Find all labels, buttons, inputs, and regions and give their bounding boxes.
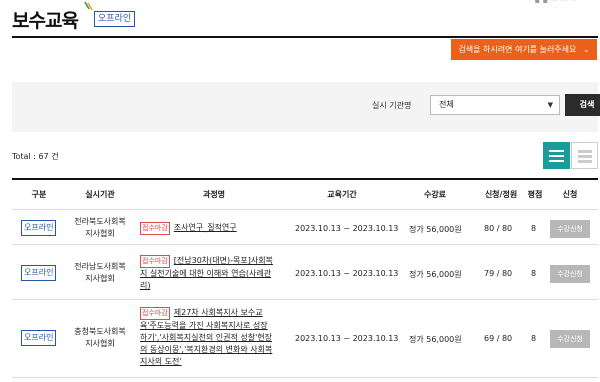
page-title: 보수교육 — [12, 10, 79, 32]
status-badge: 접수마감 — [140, 222, 170, 235]
col-header-type: 구분 — [31, 190, 47, 199]
row-fee: 정가 56,000원 — [409, 270, 462, 279]
course-title-line[interactable]: 하기','사회복지실천의 인권적 성찰'현장 — [140, 332, 286, 344]
search-filter-panel: 실시 기관명 전체 ▼ 검색 — [12, 82, 600, 132]
row-enrolled: 80 / 80 — [484, 224, 513, 233]
card-view-icon — [578, 155, 592, 158]
row-type-badge: 오프라인 — [21, 265, 57, 281]
row-org: 전라남도사회복 지사협회 — [70, 261, 130, 285]
row-period: 2023.10.13 ~ 2023.10.13 — [295, 224, 399, 233]
org-filter-select[interactable]: 전체 ▼ — [430, 95, 560, 115]
status-badge: 접수마감 — [140, 255, 170, 268]
list-view-icon — [549, 155, 564, 157]
row-course[interactable]: 접수마감 [전남30차(대면)-목포]사회복 지 실천기술에 대한 이해와 연습(… — [140, 255, 286, 292]
course-title-line[interactable]: 리) — [140, 280, 286, 292]
row-divider — [12, 299, 598, 300]
course-title-link[interactable]: [전남30차(대면)-목포]사회복 — [174, 256, 273, 265]
status-badge: 접수마감 — [140, 307, 170, 320]
col-header-enrolled: 신청/정원 — [484, 190, 518, 199]
table-top-border — [12, 178, 598, 180]
row-fee: 정가 56,000원 — [409, 225, 462, 234]
card-view-icon — [578, 150, 592, 153]
row-fee: 정가 56,000원 — [409, 335, 462, 344]
header-divider — [12, 36, 598, 38]
list-view-icon — [549, 160, 564, 162]
row-period: 2023.10.13 ~ 2023.10.13 — [295, 334, 399, 343]
col-header-org: 실시기관 — [85, 190, 115, 199]
total-count: Total : 67 건 — [12, 152, 59, 161]
offline-badge: 오프라인 — [94, 11, 136, 27]
row-rating: 8 — [531, 224, 537, 233]
row-org: 전라북도사회복 지사협회 — [70, 216, 130, 240]
course-title-line[interactable]: 육'주도능력을 가진 사회복지사로 성장 — [140, 320, 286, 332]
course-title-link[interactable]: 조사연구_질적연구 — [174, 223, 237, 232]
apply-button[interactable]: 수강신청 — [550, 220, 590, 238]
card-view-button[interactable] — [571, 142, 598, 169]
row-course[interactable]: 접수마감 제27차 사회복지사 보수교 육'주도능력을 가진 사회복지사로 성장 … — [140, 307, 286, 368]
card-view-icon — [578, 160, 592, 163]
col-header-period: 교육기간 — [327, 190, 357, 199]
row-org-line: 지사협회 — [85, 229, 115, 238]
title-accent-icon — [84, 1, 93, 11]
list-view-icon — [549, 150, 564, 152]
row-rating: 8 — [531, 334, 537, 343]
list-view-button[interactable] — [543, 142, 570, 169]
col-header-rating: 평점 — [527, 190, 543, 199]
col-header-apply: 신청 — [562, 190, 578, 199]
course-title-line[interactable]: 지 실천기술에 대한 이해와 연습(사례관 — [140, 268, 286, 280]
row-enrolled: 69 / 80 — [484, 334, 513, 343]
row-divider — [12, 244, 598, 245]
row-type-badge: 오프라인 — [21, 220, 57, 236]
search-toggle-button[interactable]: 검색을 하시려면 여기를 눌러주세요 ⌄ — [451, 39, 597, 60]
chevron-down-icon: ⌄ — [582, 45, 590, 54]
row-divider — [12, 377, 598, 378]
row-org: 충청북도사회복 지사협회 — [70, 326, 130, 350]
col-header-fee: 수강료 — [423, 190, 447, 199]
org-filter-value: 전체 — [439, 100, 454, 109]
row-type-badge: 오프라인 — [21, 330, 57, 346]
search-button[interactable]: 검색 — [565, 94, 600, 116]
apply-button[interactable]: 수강신청 — [550, 330, 590, 348]
course-title-line[interactable]: 의 동상이몽','복지환경의 변화와 사회복 — [140, 344, 286, 356]
row-org-line: 충청북도사회복 — [74, 327, 126, 336]
row-enrolled: 79 / 80 — [484, 269, 513, 278]
row-org-line: 지사협회 — [85, 339, 115, 348]
course-title-link[interactable]: 제27차 사회복지사 보수교 — [174, 308, 263, 317]
row-org-line: 전라북도사회복 — [74, 217, 126, 226]
top-utility-links[interactable]: ▪ ▪ ··· ··· ·· — [535, 0, 576, 5]
row-period: 2023.10.13 ~ 2023.10.13 — [295, 269, 399, 278]
search-toggle-label: 검색을 하시려면 여기를 눌러주세요 — [458, 45, 577, 54]
header-row-divider — [12, 209, 598, 210]
row-rating: 8 — [531, 269, 537, 278]
col-header-course: 과정명 — [202, 190, 226, 199]
chevron-down-icon: ▼ — [547, 101, 553, 109]
org-filter-label: 실시 기관명 — [372, 101, 412, 110]
course-title-line[interactable]: 지사의 도전' — [140, 356, 286, 368]
row-org-line: 지사협회 — [85, 274, 115, 283]
apply-button[interactable]: 수강신청 — [550, 265, 590, 283]
row-org-line: 전라남도사회복 — [74, 262, 126, 271]
row-course[interactable]: 접수마감 조사연구_질적연구 — [140, 222, 286, 235]
